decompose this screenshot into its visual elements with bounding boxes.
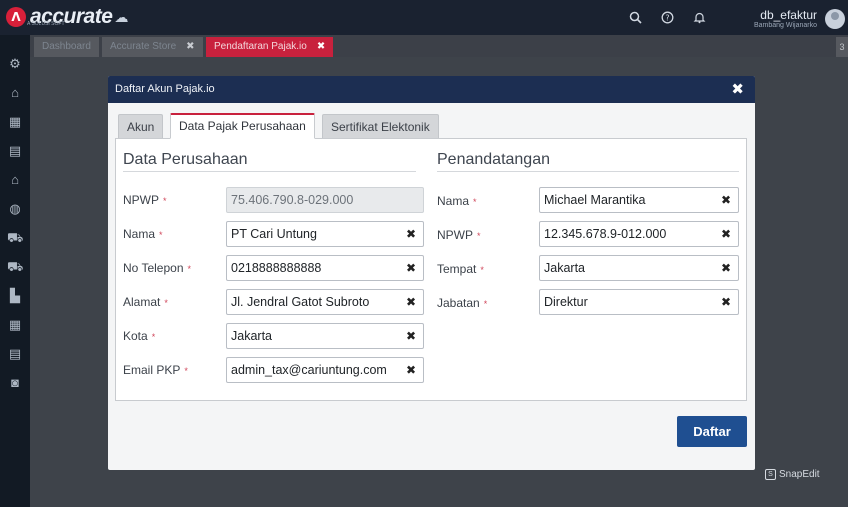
- nama-company-field[interactable]: ✖: [226, 221, 424, 247]
- alamat-input[interactable]: [231, 290, 403, 314]
- jabatan-input[interactable]: [544, 290, 718, 314]
- building-icon[interactable]: ▦: [7, 114, 23, 130]
- snapedit-watermark: S SnapEdit: [765, 469, 820, 480]
- label-npwp-signer: NPWP *: [437, 228, 481, 242]
- npwp-company-input: [231, 188, 403, 212]
- clear-icon[interactable]: ✖: [406, 295, 416, 309]
- modal-header: Daftar Akun Pajak.io ✖: [108, 76, 755, 103]
- factory-icon[interactable]: ▙: [7, 288, 23, 304]
- clear-icon[interactable]: ✖: [721, 295, 731, 309]
- npwp-company-field: [226, 187, 424, 213]
- avatar[interactable]: [825, 9, 845, 29]
- sidebar: ⚙ ⌂ ▦ ▤ ⌂ ◍ ⛟ ⛟ ▙ ▦ ▤ ◙: [0, 35, 30, 507]
- bell-icon[interactable]: [692, 11, 706, 25]
- kota-input[interactable]: [231, 324, 403, 348]
- label-nama-signer: Nama *: [437, 194, 477, 208]
- label-alamat: Alamat *: [123, 295, 168, 309]
- tab-overflow-button[interactable]: 3: [836, 37, 848, 57]
- help-icon[interactable]: ?: [660, 11, 674, 25]
- label-npwp-company: NPWP *: [123, 193, 167, 207]
- label-tempat: Tempat *: [437, 262, 484, 276]
- tab-pendaftaran-pajak[interactable]: Pendaftaran Pajak.io ✖: [206, 37, 334, 57]
- clear-icon[interactable]: ✖: [721, 227, 731, 241]
- watermark-text: SnapEdit: [779, 469, 820, 480]
- section-title-penandatangan: Penandatangan: [437, 151, 550, 168]
- no-telepon-input[interactable]: [231, 256, 403, 280]
- clear-icon[interactable]: ✖: [406, 329, 416, 343]
- label-email-pkp: Email PKP *: [123, 363, 188, 377]
- modal-title: Daftar Akun Pajak.io: [115, 83, 215, 95]
- cart-icon[interactable]: ⛟: [7, 230, 23, 246]
- clear-icon[interactable]: ✖: [721, 261, 731, 275]
- snapedit-icon: S: [765, 469, 776, 480]
- close-tab-icon[interactable]: ✖: [317, 41, 325, 52]
- label-jabatan: Jabatan *: [437, 296, 488, 310]
- accurate-logo-icon: Λ: [6, 7, 26, 27]
- cloud-icon: ☁: [114, 8, 129, 25]
- daftar-button[interactable]: Daftar: [677, 416, 747, 447]
- tab-sertifikat-elektronik[interactable]: Sertifikat Elektonik: [322, 114, 439, 139]
- npwp-signer-input[interactable]: [544, 222, 718, 246]
- gear-icon[interactable]: ⚙: [7, 56, 23, 72]
- report-icon[interactable]: ▤: [7, 346, 23, 362]
- tab-accurate-store[interactable]: Accurate Store ✖: [102, 37, 203, 57]
- no-telepon-field[interactable]: ✖: [226, 255, 424, 281]
- nama-signer-field[interactable]: ✖: [539, 187, 739, 213]
- contact-icon[interactable]: ◙: [7, 375, 23, 391]
- calendar-icon[interactable]: ▦: [7, 317, 23, 333]
- truck-icon[interactable]: ⛟: [7, 259, 23, 275]
- clear-icon[interactable]: ✖: [406, 227, 416, 241]
- email-pkp-input[interactable]: [231, 358, 403, 382]
- npwp-signer-field[interactable]: ✖: [539, 221, 739, 247]
- wallet-icon[interactable]: ◍: [7, 201, 23, 217]
- kota-field[interactable]: ✖: [226, 323, 424, 349]
- clear-icon[interactable]: ✖: [721, 193, 731, 207]
- logo-subtitle: A SOLUSI SOFT: [27, 21, 65, 27]
- label-nama-company: Nama *: [123, 227, 163, 241]
- clear-icon[interactable]: ✖: [406, 363, 416, 377]
- label-kota: Kota *: [123, 329, 156, 343]
- email-pkp-field[interactable]: ✖: [226, 357, 424, 383]
- close-tab-icon[interactable]: ✖: [186, 41, 194, 52]
- jabatan-field[interactable]: ✖: [539, 289, 739, 315]
- section-divider: [123, 171, 416, 172]
- svg-text:?: ?: [665, 14, 669, 23]
- tab-dashboard[interactable]: Dashboard: [34, 37, 99, 57]
- nama-signer-input[interactable]: [544, 188, 718, 212]
- tab-akun[interactable]: Akun: [118, 114, 164, 139]
- document-tab-strip: Dashboard Accurate Store ✖ Pendaftaran Pa…: [30, 35, 848, 57]
- section-divider: [437, 171, 739, 172]
- home-icon[interactable]: ⌂: [7, 85, 23, 101]
- top-bar: Λ accurate ☁ A SOLUSI SOFT ? db_efaktur …: [0, 0, 848, 35]
- label-no-telepon: No Telepon *: [123, 261, 192, 275]
- tab-label: Dashboard: [42, 41, 91, 52]
- database-name[interactable]: db_efaktur: [760, 8, 817, 22]
- section-title-data-perusahaan: Data Perusahaan: [123, 151, 248, 168]
- warehouse-icon[interactable]: ⌂: [7, 172, 23, 188]
- alamat-field[interactable]: ✖: [226, 289, 424, 315]
- app-logo[interactable]: Λ accurate ☁: [6, 6, 129, 27]
- tab-label: Accurate Store: [110, 41, 177, 52]
- book-icon[interactable]: ▤: [7, 143, 23, 159]
- tab-label: Pendaftaran Pajak.io: [214, 41, 307, 52]
- close-icon[interactable]: ✖: [731, 80, 744, 98]
- search-icon[interactable]: [628, 11, 642, 25]
- tab-data-pajak-perusahaan[interactable]: Data Pajak Perusahaan: [170, 113, 315, 139]
- nama-company-input[interactable]: [231, 222, 403, 246]
- user-name: Bambang Wijanarko: [753, 22, 817, 29]
- clear-icon[interactable]: ✖: [406, 261, 416, 275]
- tempat-input[interactable]: [544, 256, 718, 280]
- tempat-field[interactable]: ✖: [539, 255, 739, 281]
